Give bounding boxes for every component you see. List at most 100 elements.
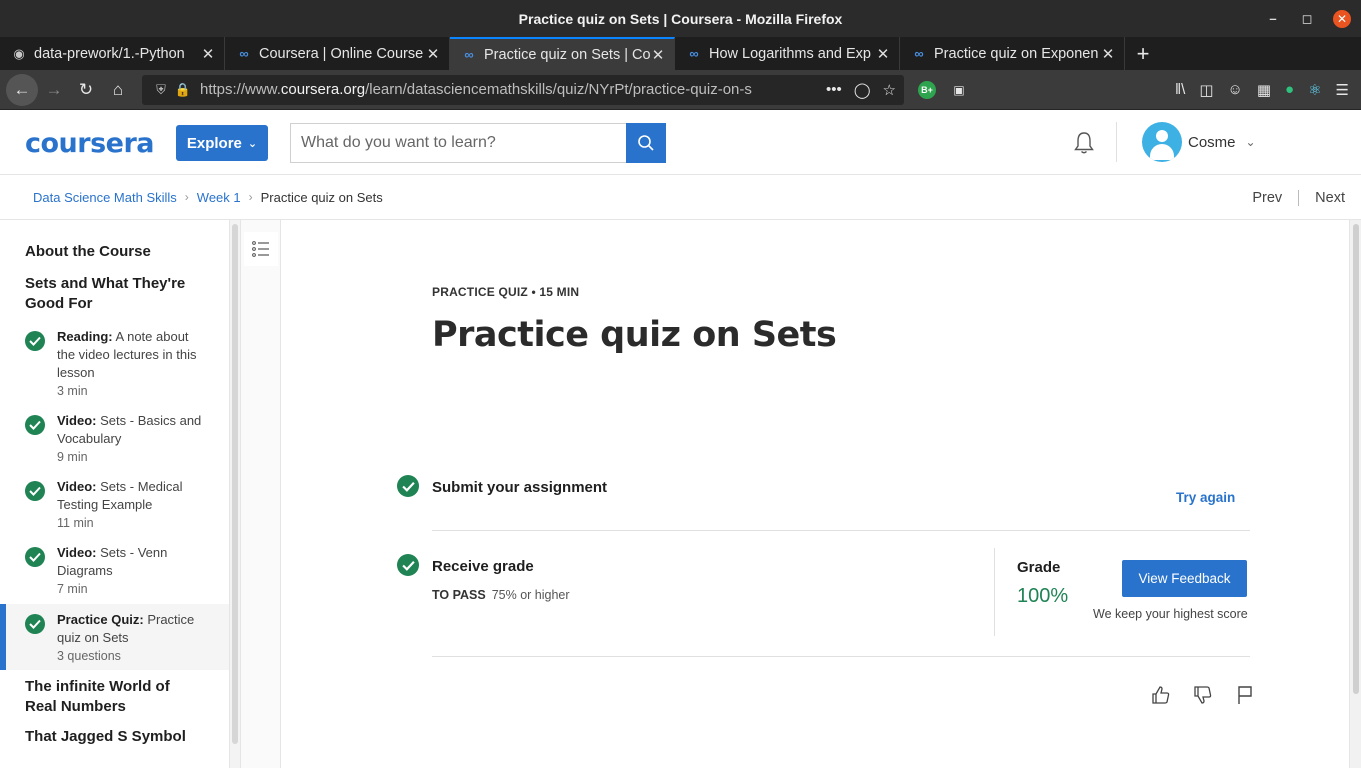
divider (432, 656, 1250, 657)
menu-icon[interactable]: ☰ (1336, 81, 1349, 99)
new-tab-icon[interactable]: + (1125, 37, 1161, 70)
sidebar-item[interactable]: Video: Sets - Medical Testing Example 11… (0, 478, 229, 530)
grid-extension-icon[interactable]: ▦ (1257, 81, 1271, 99)
avatar[interactable] (1142, 122, 1182, 162)
main-area: About the Course Sets and What They're G… (0, 220, 1361, 768)
back-icon[interactable]: ← (6, 73, 38, 106)
close-icon[interactable]: ✕ (1333, 9, 1351, 28)
explore-label: Explore (186, 134, 242, 152)
bookmark-star-icon[interactable]: ☆ (883, 81, 896, 99)
lock-icon[interactable]: 🔒 (172, 82, 194, 98)
thumbs-up-icon[interactable] (1150, 684, 1172, 706)
tab-title: Practice quiz on Sets | Co (484, 46, 650, 63)
prev-link[interactable]: Prev (1252, 190, 1282, 206)
evernote-icon[interactable]: ● (1285, 81, 1294, 98)
sidebar-item-active[interactable]: Practice Quiz: Practice quiz on Sets 3 q… (0, 604, 229, 670)
more-actions-icon[interactable]: ••• (826, 81, 842, 99)
forward-icon[interactable]: → (38, 74, 70, 106)
shield-icon[interactable]: ⛨ (150, 82, 172, 98)
reload-icon[interactable]: ↻ (70, 74, 102, 106)
item-type: Video: (57, 479, 97, 494)
user-menu[interactable]: Cosme ⌄ (1142, 122, 1256, 162)
tab-close-icon[interactable]: ✕ (1100, 45, 1116, 63)
window-title: Practice quiz on Sets | Coursera - Mozil… (518, 10, 843, 27)
item-type: Practice Quiz: (57, 612, 144, 627)
sidebar-item[interactable]: Reading: A note about the video lectures… (0, 328, 229, 398)
chevron-right-icon: › (248, 190, 253, 204)
sidebar-about-link[interactable]: About the Course (0, 242, 229, 262)
coursera-logo[interactable]: coursera (25, 128, 155, 159)
search-icon (638, 135, 654, 151)
breadcrumb-course-link[interactable]: Data Science Math Skills (33, 190, 177, 205)
browser-tab[interactable]: ∞ Coursera | Online Course ✕ (225, 37, 450, 70)
coursera-icon: ∞ (914, 46, 924, 61)
sidebar-item-label: Video: Sets - Basics and Vocabulary (57, 412, 209, 448)
sidebar-section-title[interactable]: The infinite World of Real Numbers (0, 677, 229, 717)
try-again-link[interactable]: Try again (1176, 490, 1235, 505)
sidebar-item-label: Video: Sets - Venn Diagrams (57, 544, 209, 580)
breadcrumb-current: Practice quiz on Sets (260, 189, 383, 205)
tab-title: How Logarithms and Exp (709, 45, 871, 62)
tab-title: data-prework/1.-Python (34, 45, 185, 62)
sidebar-section-title[interactable]: That Jagged S Symbol (0, 727, 229, 747)
chevron-right-icon: › (184, 190, 189, 204)
minimize-icon[interactable]: – (1265, 11, 1281, 26)
library-icon[interactable]: ‖\ (1175, 81, 1185, 98)
flag-icon[interactable] (1234, 684, 1256, 706)
search-input[interactable]: What do you want to learn? (290, 123, 626, 163)
grade-divider (994, 548, 995, 636)
view-feedback-button[interactable]: View Feedback (1122, 560, 1247, 597)
url-bar[interactable]: ⛨ 🔒 https://www.coursera.org/learn/datas… (142, 74, 904, 105)
notification-bell-icon[interactable] (1072, 130, 1096, 156)
sidebar-item-label: Reading: A note about the video lectures… (57, 328, 209, 382)
thumbs-down-icon[interactable] (1192, 684, 1214, 706)
pocket-icon[interactable]: ◯ (854, 81, 871, 99)
check-icon (25, 481, 45, 501)
check-icon (397, 554, 419, 576)
toggle-outline-button[interactable] (244, 232, 278, 266)
browser-tab[interactable]: ◉ data-prework/1.-Python ✕ (0, 37, 225, 70)
tab-close-icon[interactable]: ✕ (425, 45, 441, 63)
feedback-actions (1150, 684, 1256, 706)
chevron-down-icon[interactable]: ⌄ (1246, 135, 1256, 149)
tab-close-icon[interactable]: ✕ (650, 46, 666, 64)
tab-close-icon[interactable]: ✕ (875, 45, 891, 63)
sidebar-item[interactable]: Video: Sets - Venn Diagrams 7 min (0, 544, 229, 596)
user-name[interactable]: Cosme (1188, 134, 1236, 151)
url-text[interactable]: https://www.coursera.org/learn/datascien… (200, 81, 826, 98)
search-button[interactable] (626, 123, 666, 163)
to-pass-label: TO PASS (432, 588, 486, 602)
receive-grade-label: Receive grade (432, 558, 534, 575)
browser-tab[interactable]: ∞ Practice quiz on Exponen ✕ (900, 37, 1125, 70)
extension-badge-icon[interactable]: B+ (918, 80, 936, 99)
home-icon[interactable]: ⌂ (102, 74, 134, 106)
url-path: /learn/datasciencemathskills/quiz/NYrPt/… (365, 81, 752, 98)
breadcrumb-week-link[interactable]: Week 1 (197, 190, 241, 205)
list-icon (252, 241, 269, 257)
sidebar-section-title[interactable]: Sets and What They're Good For (0, 274, 229, 314)
tab-title: Coursera | Online Course (259, 45, 424, 62)
page-scrollbar[interactable] (1349, 220, 1361, 768)
item-type: Video: (57, 413, 97, 428)
sidebar-scrollbar[interactable] (230, 220, 241, 768)
sidebar-item[interactable]: Video: Sets - Basics and Vocabulary 9 mi… (0, 412, 229, 464)
reader-extension-icon[interactable]: ▣ (950, 81, 968, 99)
coursera-icon: ∞ (239, 46, 249, 61)
react-devtools-icon[interactable]: ⚛ (1308, 81, 1321, 99)
to-pass-value: 75% or higher (491, 588, 570, 602)
maximize-icon[interactable]: ◻ (1299, 11, 1315, 27)
to-pass-requirement: TO PASS 75% or higher (432, 588, 570, 602)
sidebar-icon[interactable]: ◫ (1199, 81, 1213, 99)
account-icon[interactable]: ☺ (1228, 81, 1243, 98)
chevron-down-icon: ⌄ (247, 137, 258, 150)
grade-value: 100% (1017, 585, 1069, 607)
browser-tab-active[interactable]: ∞ Practice quiz on Sets | Co ✕ (450, 37, 675, 70)
explore-button[interactable]: Explore ⌄ (176, 125, 268, 161)
next-link[interactable]: Next (1315, 190, 1345, 206)
item-meta: 3 questions (57, 649, 121, 663)
tab-bar: ◉ data-prework/1.-Python ✕ ∞ Coursera | … (0, 37, 1361, 70)
browser-tab[interactable]: ∞ How Logarithms and Exp ✕ (675, 37, 900, 70)
divider (432, 530, 1250, 531)
item-meta: 11 min (57, 516, 94, 530)
tab-close-icon[interactable]: ✕ (200, 45, 216, 63)
